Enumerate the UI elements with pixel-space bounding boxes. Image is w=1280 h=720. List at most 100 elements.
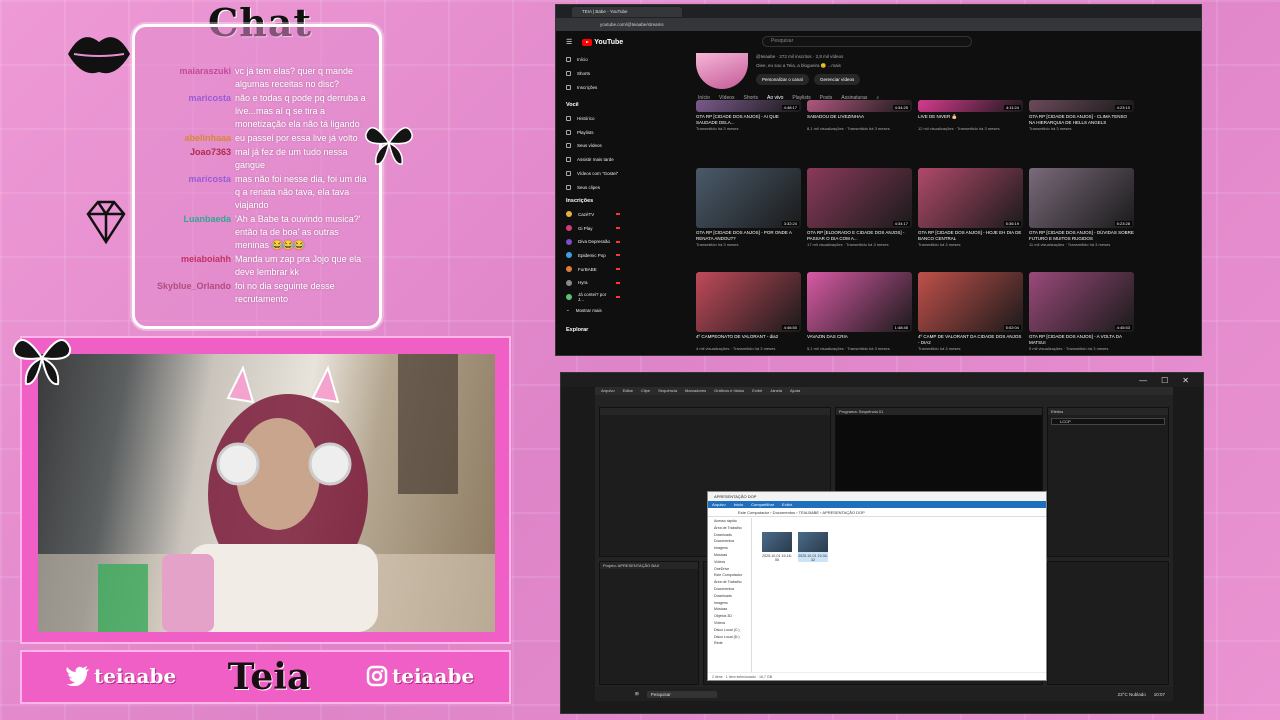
sidebar-subscription[interactable]: FurBABE: [556, 262, 626, 276]
video-title[interactable]: GTA RP [CIDADE DOS ANJOS] - A VOLTA DA M…: [1029, 334, 1134, 346]
video-card[interactable]: 5:23:28 GTA RP [CIDADE DOS ANJOS] - DÚVID…: [1029, 168, 1134, 247]
windows-start-icon[interactable]: ⊞: [635, 691, 639, 697]
chat-username[interactable]: meiaboiahh: [135, 253, 231, 266]
video-card[interactable]: 4:11:24 LIVE DE NIVER 🎂 12 mil visualizaçõ…: [918, 100, 1023, 131]
nav-pane-item[interactable]: Rede: [708, 640, 751, 647]
video-thumbnail[interactable]: 4:34:17: [807, 168, 912, 228]
video-title[interactable]: GTA RP [CIDADE DOS ANJOS] - DÚVIDAS SOBR…: [1029, 230, 1134, 242]
video-thumbnail[interactable]: 5:02:04: [918, 272, 1023, 332]
video-thumbnail[interactable]: 3:32:24: [696, 168, 801, 228]
show-more-button[interactable]: ⌄ Mostrar mais: [556, 303, 626, 317]
effects-search-input[interactable]: LCCP: [1051, 418, 1165, 425]
video-card[interactable]: 4:34:25 SABADOU DE LIVEZINHAA 8,1 mil visu…: [807, 100, 912, 131]
video-card[interactable]: 4:45:53 GTA RP [CIDADE DOS ANJOS] - A VOL…: [1029, 272, 1134, 351]
video-title[interactable]: SABADOU DE LIVEZINHAA: [807, 114, 912, 126]
customize-channel-button[interactable]: Personalizar o canal: [756, 74, 809, 85]
ribbon-tab[interactable]: Arquivo: [712, 501, 726, 508]
video-thumbnail[interactable]: 5:23:28: [1029, 168, 1134, 228]
video-card[interactable]: 5:02:04 4º CAMP DE VALORANT DA CIDADE DOS…: [918, 272, 1023, 351]
video-title[interactable]: 4º CAMP DE VALORANT DA CIDADE DOS ANJOS …: [918, 334, 1023, 346]
sidebar-item[interactable]: Vídeos com "Gostei": [556, 167, 626, 181]
sidebar-subscription[interactable]: Já contei? por J...: [556, 290, 626, 304]
taskbar-search[interactable]: Pesquisar: [646, 690, 717, 698]
browser-address-bar[interactable]: youtube.com/@teiaabe/streams: [556, 18, 1201, 31]
youtube-logo[interactable]: YouTube: [582, 38, 623, 46]
menu-item[interactable]: Gráficos e títulos: [714, 387, 744, 395]
menu-item[interactable]: Clipe: [641, 387, 650, 395]
chat-username[interactable]: maricosta: [135, 173, 231, 186]
menu-item[interactable]: Exibir: [752, 387, 762, 395]
nav-pane-item[interactable]: Imagens: [708, 600, 751, 607]
chat-username[interactable]: abelinhaaa: [135, 132, 231, 145]
ribbon-tab[interactable]: Exibir: [782, 501, 792, 508]
channel-description[interactable]: Oiee, eu sou a Teia, a blogueira 😊 ...ma…: [756, 63, 841, 69]
nav-pane-item[interactable]: Área de Trabalho: [708, 579, 751, 586]
youtube-search-input[interactable]: Pesquisar: [762, 36, 972, 47]
ribbon-tab[interactable]: Compartilhar: [751, 501, 774, 508]
explorer-path[interactable]: Este Computador › Documentos › TEIA BABE…: [708, 508, 1046, 517]
menu-item[interactable]: Editar: [623, 387, 633, 395]
video-title[interactable]: GTA RP [ELDORADO E CIDADE DOS ANJOS] - P…: [807, 230, 912, 242]
nav-pane-item[interactable]: Músicas: [708, 606, 751, 613]
video-card[interactable]: 3:32:24 GTA RP [CIDADE DOS ANJOS] - POR O…: [696, 168, 801, 247]
video-card[interactable]: 4:23:10 GTA RP [CIDADE DOS ANJOS] - CLIMA…: [1029, 100, 1134, 131]
nav-pane-item[interactable]: Área de Trabalho: [708, 525, 751, 532]
video-title[interactable]: GTA RP [CIDADE DOS ANJOS] - HOJE EH DIA …: [918, 230, 1023, 242]
sidebar-item[interactable]: Início: [556, 53, 626, 67]
file-item[interactable]: 2025-10-01 19-34-32: [798, 532, 828, 562]
video-title[interactable]: VAVAZIN DAS CRIA: [807, 334, 912, 346]
menu-item[interactable]: Arquivo: [601, 387, 615, 395]
file-item[interactable]: 2025-10-01 19-18-55: [762, 532, 792, 562]
sidebar-subscription[interactable]: CazéTV: [556, 208, 626, 222]
maximize-icon[interactable]: ☐: [1161, 376, 1168, 385]
nav-pane-item[interactable]: Objetos 3D: [708, 613, 751, 620]
chat-username[interactable]: Skyblue_Orlando: [135, 280, 231, 293]
sidebar-subscription[interactable]: Gi Play: [556, 221, 626, 235]
nav-pane-item[interactable]: Documentos: [708, 586, 751, 593]
chat-username[interactable]: Joao7363: [135, 146, 231, 159]
nav-pane-item[interactable]: Downloads: [708, 593, 751, 600]
nav-pane-item[interactable]: Disco Local (D:): [708, 634, 751, 641]
sidebar-item[interactable]: Assistir mais tarde: [556, 153, 626, 167]
ribbon-tab[interactable]: Início: [734, 501, 744, 508]
menu-item[interactable]: Ajuda: [790, 387, 800, 395]
menu-item[interactable]: Janela: [770, 387, 782, 395]
nav-pane-item[interactable]: Este Computador: [708, 572, 751, 579]
nav-pane-item[interactable]: Acesso rápido: [708, 518, 751, 525]
video-card[interactable]: 4:48:17 GTA RP [CIDADE DOS ANJOS] - AI QU…: [696, 100, 801, 131]
manage-videos-button[interactable]: Gerenciar vídeos: [814, 74, 861, 85]
nav-pane-item[interactable]: Imagens: [708, 545, 751, 552]
sidebar-item[interactable]: Seus clipes: [556, 180, 626, 194]
menu-item[interactable]: Sequência: [658, 387, 677, 395]
sidebar-item[interactable]: Inscrições: [556, 80, 626, 94]
close-icon[interactable]: ✕: [1182, 376, 1189, 385]
video-title[interactable]: GTA RP [CIDADE DOS ANJOS] - CLIMA TENSO …: [1029, 114, 1134, 126]
channel-avatar[interactable]: [696, 53, 748, 89]
sidebar-section-subscriptions[interactable]: Inscrições: [556, 194, 626, 208]
nav-pane-item[interactable]: Vídeos: [708, 559, 751, 566]
sidebar-subscription[interactable]: Diva Depressão: [556, 235, 626, 249]
chat-username[interactable]: maiaraszuki: [135, 65, 231, 78]
sidebar-item[interactable]: Histórico: [556, 112, 626, 126]
sidebar-subscription[interactable]: Hyra: [556, 276, 626, 290]
sidebar-item[interactable]: Seus vídeos: [556, 139, 626, 153]
sidebar-section-explore[interactable]: Explorar: [556, 323, 626, 337]
video-title[interactable]: GTA RP [CIDADE DOS ANJOS] - POR ONDE A R…: [696, 230, 801, 242]
chat-username[interactable]: maricosta: [135, 92, 231, 105]
nav-pane-item[interactable]: Disco Local (C:): [708, 627, 751, 634]
video-thumbnail[interactable]: 1:48:45: [807, 272, 912, 332]
sidebar-section-voce[interactable]: Você: [556, 98, 626, 112]
minimize-icon[interactable]: —: [1139, 376, 1147, 385]
video-card[interactable]: 4:34:17 GTA RP [ELDORADO E CIDADE DOS ANJ…: [807, 168, 912, 247]
video-thumbnail[interactable]: 4:11:24: [918, 100, 1023, 112]
nav-pane-item[interactable]: Músicas: [708, 552, 751, 559]
sidebar-item[interactable]: Shorts: [556, 67, 626, 81]
nav-pane-item[interactable]: OneDrive: [708, 566, 751, 573]
chat-username[interactable]: Luanbaeda: [135, 213, 231, 226]
video-thumbnail[interactable]: 4:45:53: [1029, 272, 1134, 332]
video-thumbnail[interactable]: 4:34:25: [807, 100, 912, 112]
video-card[interactable]: 5:36:19 GTA RP [CIDADE DOS ANJOS] - HOJE …: [918, 168, 1023, 247]
browser-tab[interactable]: TEIA | Babe - YouTube: [572, 6, 682, 17]
video-thumbnail[interactable]: 4:48:17: [696, 100, 801, 112]
sidebar-subscription[interactable]: Epidemic Pop: [556, 249, 626, 263]
